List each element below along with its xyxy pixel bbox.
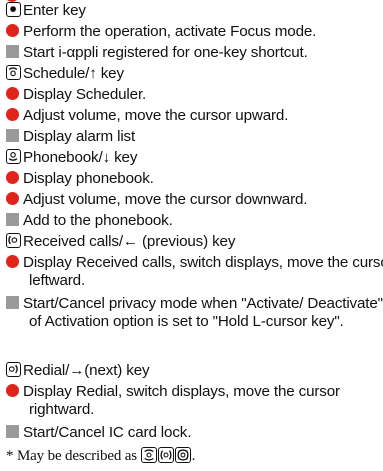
function-text: Start/Cancel IC card lock. <box>23 424 192 441</box>
enter-key-hold-function: Start i-αppli registered for one-key sho… <box>6 44 308 62</box>
phonebook-key-function: Adjust volume, move the cursor downward. <box>6 191 308 209</box>
received-calls-key-heading: Received calls/← (previous) key <box>6 233 235 251</box>
enter-key-heading: Enter key <box>6 2 86 20</box>
manual-page: Enter key Perform the operation, activat… <box>0 0 383 471</box>
function-text: Display alarm list <box>23 128 136 145</box>
footnote-text: * May be described as <box>6 448 137 464</box>
redial-key-hold-function: Start/Cancel IC card lock. <box>6 424 191 442</box>
phonebook-down-key-icon <box>6 149 21 164</box>
redial-key-heading: Redial/→(next) key <box>6 362 150 380</box>
function-text: Display Scheduler. <box>23 86 147 103</box>
square-icon <box>6 45 19 58</box>
enter-key-label: Enter key <box>23 2 86 19</box>
bullet-icon <box>6 192 19 205</box>
schedule-key-label: Schedule/↑ key <box>23 65 124 82</box>
schedule-key-function: Adjust volume, move the cursor upward. <box>6 107 288 125</box>
received-calls-key-function: Display Received calls, switch displays,… <box>6 254 383 290</box>
function-text: Display Received calls, switch displays,… <box>23 254 383 289</box>
function-text: Start i-αppli registered for one-key sho… <box>23 44 308 61</box>
schedule-key-function: Display Scheduler. <box>6 86 146 104</box>
four-way-key-icon <box>174 447 191 463</box>
function-text: Display phonebook. <box>23 170 154 187</box>
enter-key-function: Perform the operation, activate Focus mo… <box>6 23 316 41</box>
square-icon <box>6 213 19 226</box>
footnote: * May be described as . <box>6 447 195 465</box>
footnote-period: . <box>191 448 196 464</box>
phonebook-key-function: Display phonebook. <box>6 170 154 188</box>
received-calls-key-label: Received calls/← (previous) key <box>23 233 236 250</box>
function-text: Display Redial, switch displays, move th… <box>23 383 340 418</box>
received-calls-left-key-icon <box>6 233 21 248</box>
phonebook-key-hold-function: Add to the phonebook. <box>6 212 173 230</box>
bullet-icon <box>6 87 19 100</box>
enter-key-icon <box>6 2 21 17</box>
square-icon <box>6 425 19 438</box>
phonebook-key-label: Phonebook/↓ key <box>23 149 138 166</box>
up-down-key-icon <box>140 447 157 463</box>
function-text: Perform the operation, activate Focus mo… <box>23 23 317 40</box>
function-text: Start/Cancel privacy mode when "Activate… <box>23 295 383 330</box>
bullet-icon <box>6 24 19 37</box>
square-icon <box>6 296 19 309</box>
function-text: Adjust volume, move the cursor downward. <box>23 191 308 208</box>
function-text: Adjust volume, move the cursor upward. <box>23 107 289 124</box>
schedule-up-key-icon <box>6 65 21 80</box>
bullet-icon <box>6 384 19 397</box>
bullet-icon <box>6 171 19 184</box>
redial-key-function: Display Redial, switch displays, move th… <box>6 383 383 419</box>
square-icon <box>6 129 19 142</box>
schedule-key-hold-function: Display alarm list <box>6 128 135 146</box>
received-calls-key-hold-function: Start/Cancel privacy mode when "Activate… <box>6 295 383 331</box>
redial-key-label: Redial/→(next) key <box>23 362 150 379</box>
function-text: Add to the phonebook. <box>23 212 173 229</box>
bullet-icon <box>6 108 19 121</box>
bullet-icon <box>6 255 19 268</box>
phonebook-key-heading: Phonebook/↓ key <box>6 149 137 167</box>
left-right-key-icon <box>157 447 174 463</box>
redial-right-key-icon <box>6 362 21 377</box>
schedule-key-heading: Schedule/↑ key <box>6 65 124 83</box>
